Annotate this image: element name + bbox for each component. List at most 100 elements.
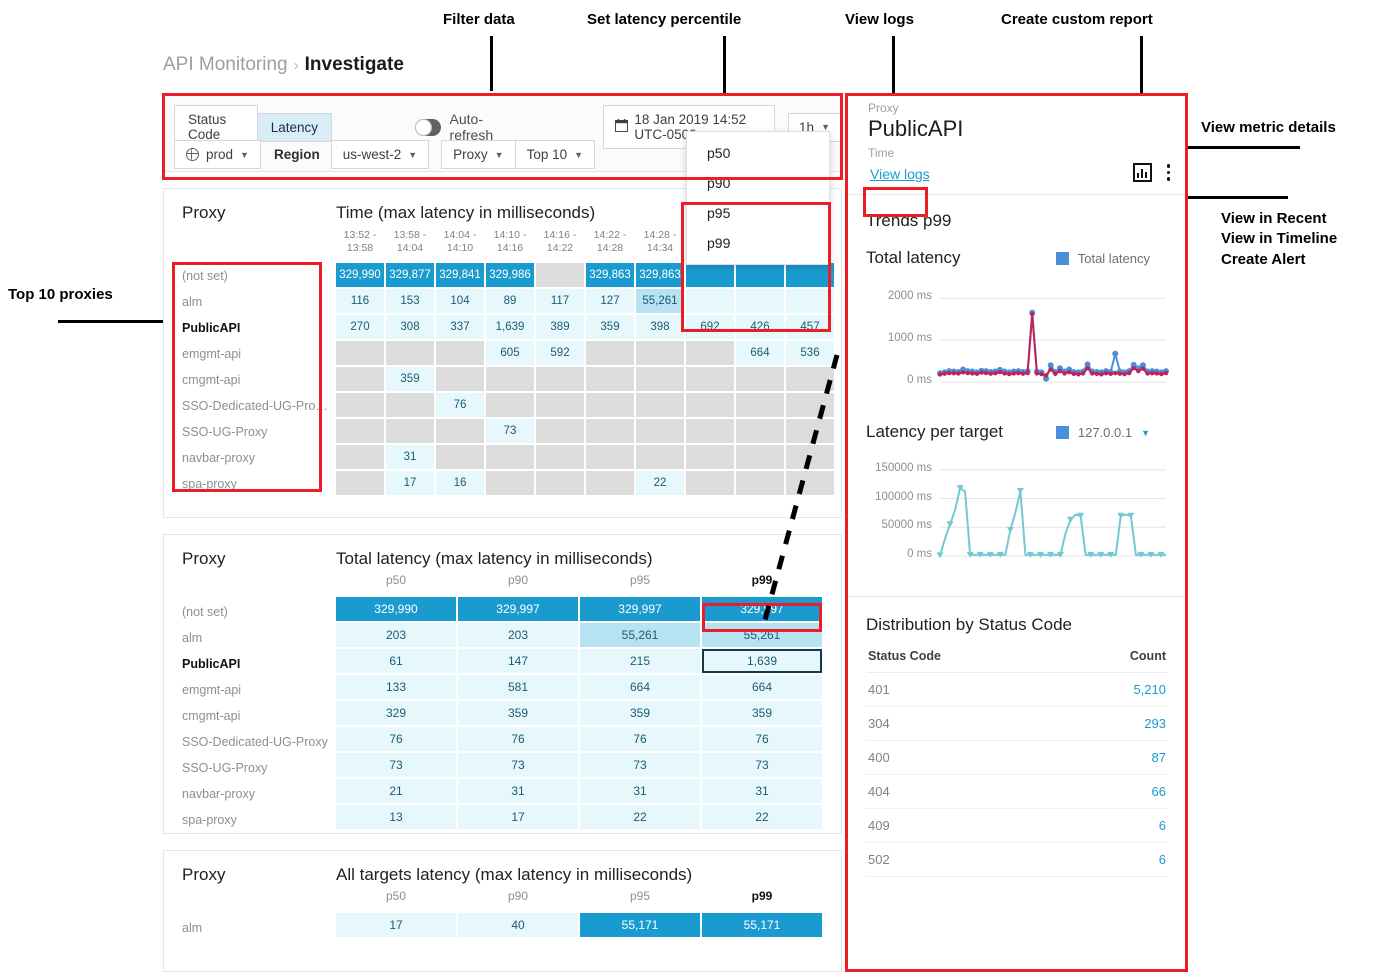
view-logs-link[interactable]: View logs	[870, 166, 930, 182]
heatmap-cell[interactable]	[386, 419, 434, 443]
heatmap-cell[interactable]: 329,863	[586, 263, 634, 287]
heatmap-cell[interactable]: 337	[436, 315, 484, 339]
heatmap-cell[interactable]: 329,877	[386, 263, 434, 287]
all-targets-cell[interactable]: 55,171	[580, 913, 700, 937]
heatmap-cell[interactable]: 16	[436, 471, 484, 495]
total-latency-cell[interactable]: 76	[336, 727, 456, 751]
heatmap-cell[interactable]: 89	[486, 289, 534, 313]
total-latency-cell[interactable]: 55,261	[580, 623, 700, 647]
total-latency-cell[interactable]: 329	[336, 701, 456, 725]
heatmap-cell[interactable]	[636, 341, 684, 365]
heatmap-row-label[interactable]: alm	[182, 289, 337, 315]
heatmap-row-label[interactable]: SSO-UG-Proxy	[182, 419, 337, 445]
heatmap-cell[interactable]	[586, 393, 634, 417]
heatmap-cell[interactable]	[336, 341, 384, 365]
region-select[interactable]: us-west-2 ▼	[331, 140, 429, 169]
heatmap-cell[interactable]: 359	[586, 315, 634, 339]
total-latency-cell[interactable]: 76	[702, 727, 822, 751]
heatmap-cell[interactable]: 117	[536, 289, 584, 313]
heatmap-cell[interactable]	[436, 445, 484, 469]
heatmap-cell[interactable]	[536, 263, 584, 287]
heatmap-cell[interactable]	[686, 445, 734, 469]
total-latency-cell[interactable]: 61	[336, 649, 456, 673]
heatmap-cell[interactable]	[686, 289, 734, 313]
total-latency-row-label[interactable]: alm	[182, 625, 337, 651]
heatmap-cell[interactable]	[436, 341, 484, 365]
tab-latency[interactable]: Latency	[257, 113, 332, 142]
total-latency-cell[interactable]: 359	[580, 701, 700, 725]
status-code-row[interactable]: 40087	[866, 741, 1168, 775]
heatmap-cell[interactable]: 398	[636, 315, 684, 339]
heatmap-cell[interactable]: 104	[436, 289, 484, 313]
total-latency-cell[interactable]: 329,997	[458, 597, 578, 621]
heatmap-cell[interactable]	[686, 367, 734, 391]
status-code-count[interactable]: 66	[1152, 784, 1166, 799]
heatmap-cell[interactable]	[636, 419, 684, 443]
bar-chart-icon[interactable]	[1133, 163, 1152, 182]
total-latency-cell[interactable]: 31	[702, 779, 822, 803]
status-code-count[interactable]: 6	[1159, 818, 1166, 833]
heatmap-cell[interactable]	[436, 419, 484, 443]
total-latency-cell[interactable]: 31	[458, 779, 578, 803]
total-latency-cell[interactable]: 31	[580, 779, 700, 803]
heatmap-cell[interactable]: 308	[386, 315, 434, 339]
group-by-select[interactable]: Proxy ▼	[441, 140, 515, 169]
all-targets-row-label[interactable]: alm	[182, 915, 337, 941]
heatmap-cell[interactable]: 116	[336, 289, 384, 313]
status-code-count[interactable]: 293	[1144, 716, 1166, 731]
heatmap-cell[interactable]: 17	[386, 471, 434, 495]
heatmap-cell[interactable]	[536, 367, 584, 391]
heatmap-cell[interactable]	[736, 263, 784, 287]
heatmap-cell[interactable]	[786, 263, 834, 287]
total-latency-cell[interactable]: 73	[580, 753, 700, 777]
breadcrumb-root[interactable]: API Monitoring	[163, 54, 288, 75]
status-code-count[interactable]: 6	[1159, 852, 1166, 867]
heatmap-cell[interactable]: 329,990	[336, 263, 384, 287]
heatmap-cell[interactable]	[336, 445, 384, 469]
heatmap-cell[interactable]	[386, 393, 434, 417]
heatmap-cell[interactable]	[536, 419, 584, 443]
status-code-count[interactable]: 87	[1152, 750, 1166, 765]
total-latency-cell[interactable]: 664	[702, 675, 822, 699]
heatmap-cell[interactable]: 31	[386, 445, 434, 469]
total-latency-cell[interactable]: 22	[580, 805, 700, 829]
total-latency-cell[interactable]: 203	[336, 623, 456, 647]
heatmap-cell[interactable]	[486, 393, 534, 417]
percentile-option-p50[interactable]: p50	[687, 138, 829, 168]
status-code-row[interactable]: 40466	[866, 775, 1168, 809]
total-latency-cell[interactable]: 1,639	[702, 649, 822, 673]
heatmap-cell[interactable]: 1,639	[486, 315, 534, 339]
percentile-option-p95[interactable]: p95	[687, 198, 829, 228]
heatmap-cell[interactable]	[786, 289, 834, 313]
total-latency-row-label[interactable]: SSO-UG-Proxy	[182, 755, 337, 781]
heatmap-cell[interactable]	[586, 419, 634, 443]
limit-select[interactable]: Top 10 ▼	[515, 140, 595, 169]
heatmap-cell[interactable]: 426	[736, 315, 784, 339]
total-latency-cell[interactable]: 329,997	[580, 597, 700, 621]
heatmap-row-label[interactable]: spa-proxy	[182, 471, 337, 497]
total-latency-cell[interactable]: 73	[336, 753, 456, 777]
heatmap-cell[interactable]: 76	[436, 393, 484, 417]
total-latency-cell[interactable]: 359	[458, 701, 578, 725]
heatmap-cell[interactable]	[536, 393, 584, 417]
kebab-menu-icon[interactable]	[1167, 164, 1171, 181]
environment-select[interactable]: prod ▼	[174, 140, 261, 169]
total-latency-cell[interactable]: 215	[580, 649, 700, 673]
chevron-down-icon[interactable]: ▼	[1141, 428, 1150, 438]
heatmap-cell[interactable]	[486, 471, 534, 495]
status-code-row[interactable]: 5026	[866, 843, 1168, 877]
heatmap-cell[interactable]	[686, 393, 734, 417]
total-latency-row-label[interactable]: spa-proxy	[182, 807, 337, 833]
heatmap-cell[interactable]: 592	[536, 341, 584, 365]
heatmap-cell[interactable]: 55,261	[636, 289, 684, 313]
heatmap-cell[interactable]	[486, 367, 534, 391]
all-targets-cell[interactable]: 55,171	[702, 913, 822, 937]
total-latency-cell[interactable]: 76	[458, 727, 578, 751]
total-latency-cell[interactable]: 329,990	[336, 597, 456, 621]
heatmap-cell[interactable]	[686, 341, 734, 365]
heatmap-cell[interactable]	[686, 263, 734, 287]
status-code-row[interactable]: 4015,210	[866, 673, 1168, 707]
heatmap-cell[interactable]	[686, 471, 734, 495]
heatmap-cell[interactable]: 605	[486, 341, 534, 365]
heatmap-cell[interactable]	[336, 419, 384, 443]
